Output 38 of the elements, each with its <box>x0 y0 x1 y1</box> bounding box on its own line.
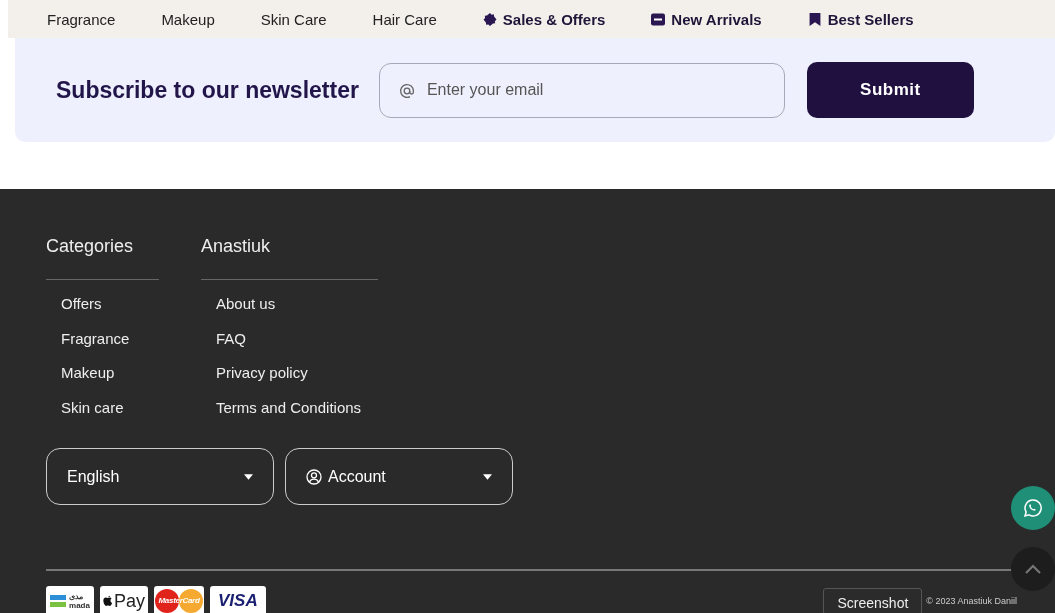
footer-link[interactable]: Offers <box>46 294 159 329</box>
newsletter-title: Subscribe to our newsletter <box>56 76 359 104</box>
nav-link[interactable]: Hair Care <box>372 10 437 28</box>
nav-link[interactable]: Fragrance <box>47 10 116 28</box>
copyright-text: © 2023 Anastiuk Daniil <box>926 596 1017 606</box>
new-tag-icon <box>651 12 666 26</box>
payment-logo: MasterCard <box>154 586 204 613</box>
footer-link[interactable]: FAQ <box>201 328 378 363</box>
nav-link[interactable]: Sales & Offers <box>482 10 606 28</box>
at-sign-icon <box>398 82 415 99</box>
account-dropdown[interactable]: Account <box>285 448 513 505</box>
chevron-up-icon <box>1025 564 1041 574</box>
nav-link[interactable]: Makeup <box>161 10 215 28</box>
nav-link[interactable]: New Arrivals <box>651 10 762 28</box>
column-heading: Anastiuk <box>201 236 378 280</box>
payment-logo: VISA <box>210 586 266 613</box>
email-field[interactable]: Enter your email <box>378 62 785 118</box>
user-icon <box>306 468 322 485</box>
whatsapp-icon <box>1023 498 1043 518</box>
footer-link[interactable]: About us <box>201 294 378 329</box>
column-heading: Categories <box>46 236 159 280</box>
whatsapp-button[interactable] <box>1011 486 1055 530</box>
footer-link[interactable]: Privacy policy <box>201 363 378 398</box>
footer-link[interactable]: Makeup <box>46 363 159 398</box>
footer-link[interactable]: Terms and Conditions <box>201 397 378 432</box>
nav-link[interactable]: Skin Care <box>260 10 327 28</box>
badge-icon <box>482 12 497 26</box>
tooltip: Screenshot <box>823 587 923 613</box>
footer-link[interactable]: Fragrance <box>46 328 159 363</box>
caret-icon <box>483 473 492 480</box>
bookmark-icon <box>807 12 822 26</box>
footer-link[interactable]: Skin care <box>46 397 159 432</box>
language-dropdown[interactable]: English <box>46 448 274 505</box>
caret-icon <box>244 473 253 480</box>
submit-button[interactable]: Submit <box>806 62 974 118</box>
nav-link[interactable]: Best Sellers <box>807 10 914 28</box>
payment-logo: Pay <box>100 586 148 613</box>
scroll-top-button[interactable] <box>1011 547 1055 591</box>
